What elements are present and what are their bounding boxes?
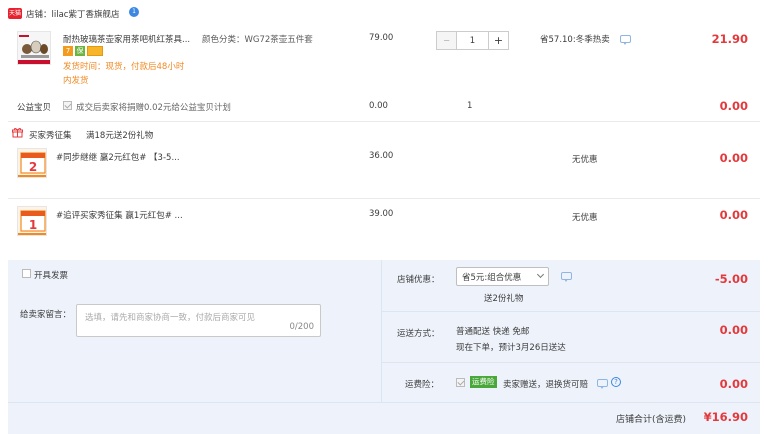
gift-price: 36.00 bbox=[369, 151, 394, 161]
insurance-label: 运费险： bbox=[405, 380, 440, 390]
shop-discount-sub: 送2份礼物 bbox=[484, 294, 524, 304]
gift-discount: 无优惠 bbox=[572, 155, 598, 165]
gift-thumbnail[interactable]: 2 bbox=[17, 148, 47, 178]
charity-checkbox bbox=[63, 101, 72, 110]
qty-input[interactable]: 1 bbox=[457, 32, 488, 49]
charity-qty: 1 bbox=[467, 101, 473, 111]
shop-discount-amount: -5.00 bbox=[714, 272, 748, 286]
gift-discount: 无优惠 bbox=[572, 213, 598, 223]
chevron-down-icon bbox=[536, 270, 545, 279]
insurance-tag: 运费险 bbox=[470, 376, 497, 388]
gift-subtotal: 0.00 bbox=[719, 208, 748, 222]
product-sku: 颜色分类：WG72茶壶五件套 bbox=[202, 35, 313, 45]
product-thumbnail[interactable] bbox=[17, 31, 51, 65]
discount-chat-icon[interactable] bbox=[561, 272, 572, 282]
promo-block-title: 买家秀征集 bbox=[29, 131, 72, 141]
shop-name-link[interactable]: 店铺：lilac紫丁香旗舰店 bbox=[26, 8, 119, 20]
qty-minus-button[interactable]: − bbox=[437, 32, 457, 49]
tag-seven-day-icon: 7 bbox=[63, 46, 73, 56]
shop-total-amount: ¥16.90 bbox=[703, 410, 748, 424]
ship-time-line1: 发货时间：现货，付款后48小时 bbox=[63, 62, 185, 72]
delivery-label: 运送方式： bbox=[397, 329, 440, 339]
panel-divider-vertical bbox=[381, 260, 382, 402]
gift-thumbnail-number: 2 bbox=[29, 160, 37, 174]
delivery-method: 普通配送 快递 免邮 bbox=[456, 327, 530, 337]
shop-discount-label: 店铺优惠： bbox=[397, 275, 440, 285]
item-subtotal: 21.90 bbox=[711, 32, 748, 46]
product-title-link[interactable]: 耐热玻璃茶壶家用茶吧机红茶具... bbox=[63, 33, 190, 45]
message-textarea[interactable]: 选填，请先和商家协商一致，付款后商家可见 0/200 bbox=[76, 304, 321, 337]
charity-text: 成交后卖家将捐赠0.02元给公益宝贝计划 bbox=[76, 103, 231, 113]
divider bbox=[8, 198, 760, 199]
promo-block-desc: 满18元送2份礼物 bbox=[86, 131, 154, 141]
gift-title-link[interactable]: #追评买家秀征集 赢1元红包# ... bbox=[56, 209, 183, 221]
panel-divider bbox=[382, 311, 760, 312]
panel-divider bbox=[382, 362, 760, 363]
quantity-stepper[interactable]: − 1 + bbox=[436, 31, 509, 50]
invoice-label: 开具发票 bbox=[34, 271, 69, 281]
message-label: 给卖家留言： bbox=[20, 310, 72, 320]
order-options-panel bbox=[8, 260, 760, 434]
gift-icon bbox=[12, 127, 23, 138]
gift-thumbnail[interactable]: 1 bbox=[17, 206, 47, 236]
help-question-icon[interactable]: ? bbox=[611, 377, 621, 387]
charity-subtotal: 0.00 bbox=[719, 99, 748, 113]
delivery-amount: 0.00 bbox=[719, 323, 748, 337]
shop-total-label: 店铺合计(含运费) bbox=[616, 415, 687, 425]
divider bbox=[8, 121, 760, 122]
gift-title-link[interactable]: #同步继继 赢2元红包# 【3-5... bbox=[56, 151, 180, 163]
message-counter: 0/200 bbox=[289, 322, 315, 332]
tag-guarantee-icon: 保 bbox=[75, 46, 85, 56]
blue-badge-icon: 1 bbox=[129, 7, 139, 17]
delivery-eta: 现在下单，预计3月26日送达 bbox=[456, 343, 566, 353]
tmall-badge: 天猫 bbox=[8, 8, 22, 19]
shop-discount-value: 省5元:组合优惠 bbox=[462, 272, 522, 283]
qty-plus-button[interactable]: + bbox=[488, 32, 508, 49]
invoice-checkbox[interactable] bbox=[22, 269, 31, 278]
insurance-amount: 0.00 bbox=[719, 377, 748, 391]
message-placeholder: 选填，请先和商家协商一致，付款后商家可见 bbox=[85, 313, 256, 323]
gift-subtotal: 0.00 bbox=[719, 151, 748, 165]
charity-label: 公益宝贝 bbox=[17, 103, 52, 113]
panel-divider bbox=[8, 402, 760, 403]
shop-discount-select[interactable]: 省5元:组合优惠 bbox=[456, 267, 549, 286]
promo-chat-icon[interactable] bbox=[620, 35, 631, 45]
insurance-checkbox bbox=[456, 378, 465, 387]
insurance-text: 卖家赠送，退换货可赔 bbox=[503, 380, 589, 390]
gift-price: 39.00 bbox=[369, 209, 394, 219]
ship-time-line2: 内发货 bbox=[63, 76, 89, 86]
insurance-chat-icon[interactable] bbox=[597, 379, 608, 389]
unit-price: 79.00 bbox=[369, 33, 394, 43]
tag-card-icon bbox=[87, 46, 103, 56]
service-tags: 7 保 bbox=[63, 46, 103, 56]
charity-price: 0.00 bbox=[369, 101, 388, 111]
item-promotion: 省57.10:冬季热卖 bbox=[540, 35, 610, 45]
gift-thumbnail-number: 1 bbox=[29, 218, 37, 232]
